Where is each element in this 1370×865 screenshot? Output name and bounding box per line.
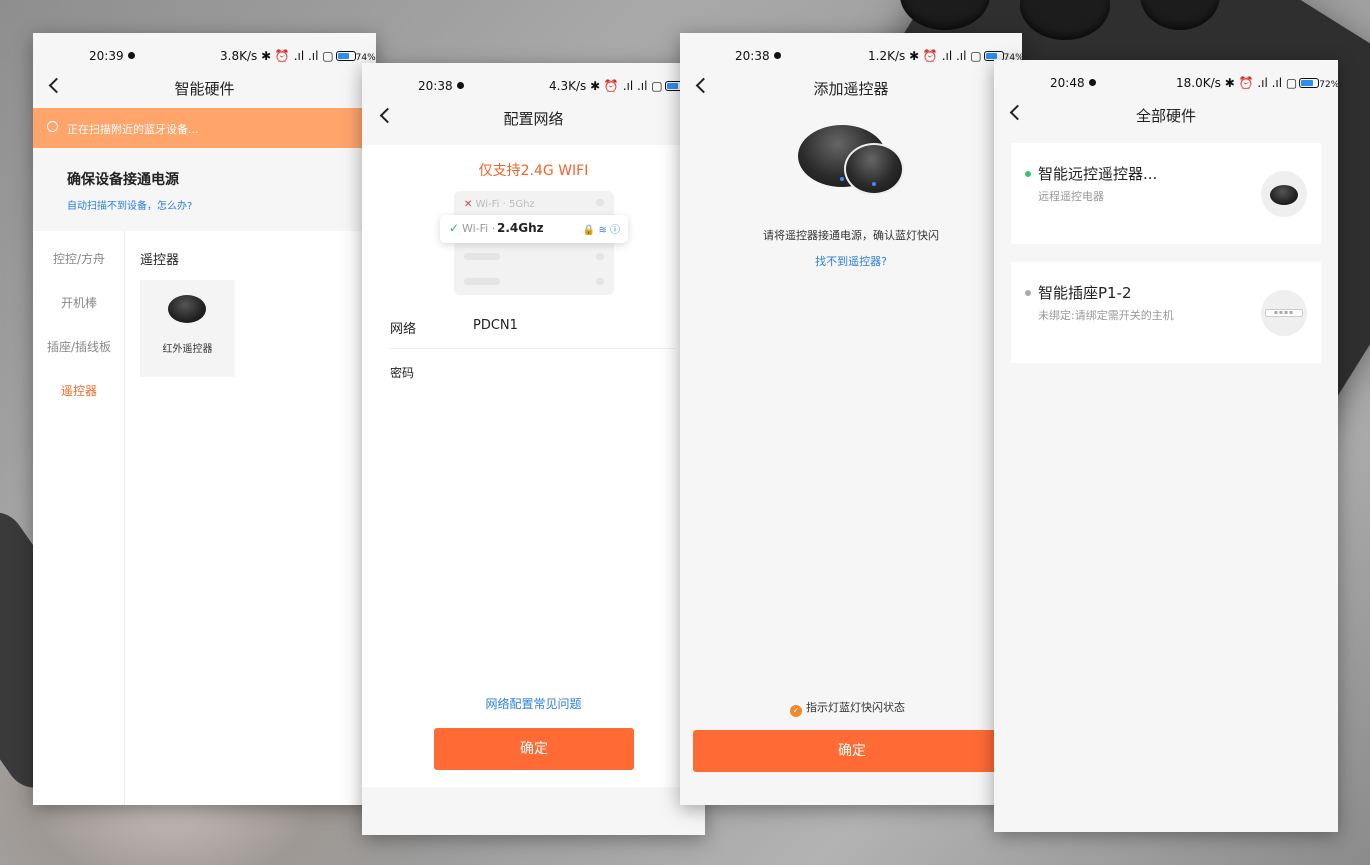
section-title: 遥控器 [140,253,180,268]
status-icons: 18.0K/s ✱ ⏰ .ıl .ıl ▢ 72% [1176,76,1338,90]
remote-device-small [844,143,904,195]
divider [390,348,675,349]
wifi-24g-prefix: Wi-Fi · [462,222,496,235]
wifi-24g-band: 2.4Ghz [497,221,544,235]
screen-add-remote: 20:38 1.2K/s ✱ ⏰ .ıl .ıl ▢ 74% 添加遥控器 请将遥控… [680,33,1022,805]
status-time: 20:48 [1050,76,1096,90]
power-heading: 确保设备接通电源 [67,172,179,188]
remote-thumbnail [1261,171,1307,217]
hardware-subtitle: 未绑定:请绑定需开关的主机 [1038,309,1174,322]
placeholder-bar [596,253,604,260]
blue-led-icon [872,182,876,186]
screen-smart-hardware: 20:39 3.8K/s ✱ ⏰ .ıl .ıl ▢ 74% 智能硬件 正在扫描附… [33,33,376,805]
wifi-band-notice: 仅支持2.4G WIFI [478,163,589,179]
password-label: 密码 [390,366,415,380]
wifi-5g-row: ✕ Wi-Fi · 5Ghz [464,199,535,210]
status-icons: 3.8K/s ✱ ⏰ .ıl .ıl ▢ 74% [220,49,376,63]
placeholder-bar [464,253,500,260]
ir-remote-image [168,295,206,323]
online-status-dot [1025,171,1031,177]
scan-help-link[interactable]: 自动扫描不到设备，怎么办? [67,197,192,212]
placeholder-bar [596,278,604,285]
category-list: 控控/方舟 开机棒 插座/插线板 遥控器 [33,231,125,805]
power-hint: 确保设备接通电源 自动扫描不到设备，怎么办? [33,148,376,231]
page-title: 添加遥控器 [813,80,889,98]
check-icon: ✓ [449,221,460,235]
device-card-label: 红外遥控器 [162,344,213,355]
screen-all-hardware: 20:48 18.0K/s ✱ ⏰ .ıl .ıl ▢ 72% 全部硬件 智能远控… [994,60,1338,832]
hardware-item-socket[interactable]: 智能插座P1-2 未绑定:请绑定需开关的主机 ▪▪▪▪ [1011,262,1321,363]
hardware-item-remote[interactable]: 智能远控遥控器... 远程遥控电器 [1011,143,1321,244]
blue-led-icon [840,177,844,181]
cross-icon: ✕ [464,199,473,210]
hardware-subtitle: 远程遥控电器 [1038,190,1104,203]
footer-area [362,787,705,835]
remote-devices-image [798,125,908,205]
battery-icon [1299,78,1320,88]
confirm-button[interactable]: 确定 [434,728,634,770]
led-status-checkbox[interactable]: ✓ 指示灯蓝灯快闪状态 [790,699,905,717]
category-item-active[interactable]: 遥控器 [33,382,125,399]
placeholder-bar [596,199,604,206]
status-icons: 4.3K/s ✱ ⏰ .ıl .ıl ▢74 [549,79,696,93]
wifi-24g-row: ✓ Wi-Fi · 2.4Ghz 🔒 ≋ ⓘ [440,215,628,243]
hardware-name: 智能远控遥控器... [1038,165,1158,183]
offline-status-dot [1025,290,1031,296]
status-time: 20:38 [418,79,464,93]
title-bar: 添加遥控器 [680,69,1022,105]
screen-configure-network: 20:38 4.3K/s ✱ ⏰ .ıl .ıl ▢74 配置网络 仅支持2.4… [362,63,705,835]
status-time: 20:38 [735,49,781,63]
hardware-name: 智能插座P1-2 [1038,284,1132,302]
status-time: 20:39 [89,49,135,63]
page-title: 全部硬件 [1135,107,1196,125]
wifi-illustration: ✕ Wi-Fi · 5Ghz [454,191,614,295]
category-item[interactable]: 开机棒 [33,294,125,311]
battery-icon [335,51,356,61]
checkmark-icon: ✓ [790,705,802,717]
category-item[interactable]: 插座/插线板 [33,338,125,355]
device-card-ir-remote[interactable]: 红外遥控器 [140,280,235,377]
refresh-icon [47,121,58,132]
network-value: PDCN1 [473,318,518,333]
placeholder-bar [464,278,500,285]
wifi-info-icon: 🔒 ≋ ⓘ [582,225,620,236]
confirm-button[interactable]: 确定 [693,730,1011,772]
scanning-banner: 正在扫描附近的蓝牙设备... [33,108,376,148]
network-faq-link[interactable]: 网络配置常见问题 [362,695,705,712]
title-bar: 配置网络 [362,99,705,135]
page-title: 智能硬件 [174,80,235,98]
category-item[interactable]: 控控/方舟 [33,250,125,267]
banner-text: 正在扫描附近的蓝牙设备... [67,123,199,136]
page-title: 配置网络 [503,110,564,128]
title-bar: 智能硬件 [33,69,376,105]
power-tip: 请将遥控器接通电源，确认蓝灯快闪 [763,229,939,242]
password-field[interactable]: 密码 [390,364,677,381]
checkbox-label: 指示灯蓝灯快闪状态 [806,701,905,714]
remote-not-found-link[interactable]: 找不到遥控器? [680,253,1022,269]
category-panel: 控控/方舟 开机棒 插座/插线板 遥控器 遥控器 红外遥控器 [33,231,376,805]
power-strip-thumbnail: ▪▪▪▪ [1261,290,1307,336]
title-bar: 全部硬件 [994,96,1338,132]
network-label: 网络 [390,322,417,337]
network-field[interactable]: 网络 PDCN1 › [390,318,703,337]
